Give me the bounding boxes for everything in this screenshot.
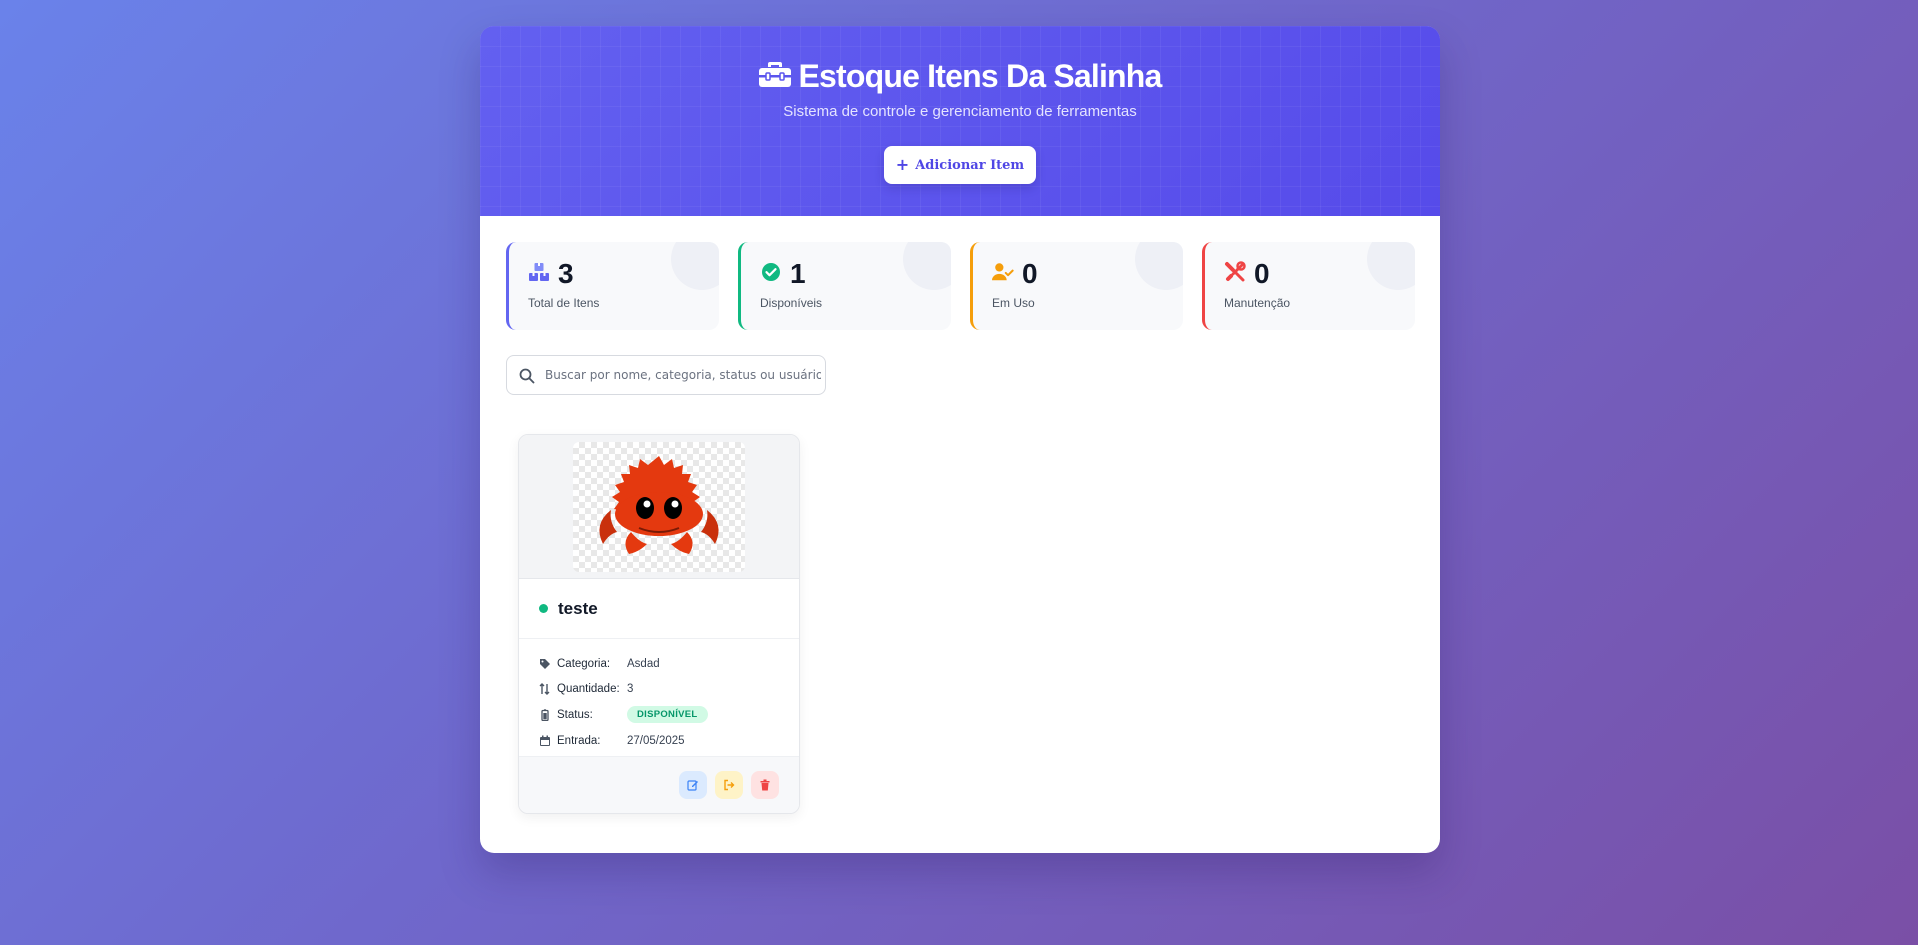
detail-value-category: Asdad [627,657,660,670]
item-card: teste Categoria: Asdad Quantidade: 3 Sta… [518,434,800,814]
stat-available: 1 Disponíveis [738,242,951,330]
stat-label: Disponíveis [760,296,823,310]
page-subtitle: Sistema de controle e gerenciamento de f… [783,103,1137,120]
stat-value: 3 [558,258,574,289]
stat-value: 0 [1022,258,1038,289]
status-badge: DISPONÍVEL [627,706,708,723]
detail-value-entry: 27/05/2025 [627,734,685,747]
plus-icon: + [895,155,910,174]
detail-row-entry: Entrada: 27/05/2025 [539,728,799,753]
delete-button[interactable] [751,771,779,799]
toolbox-icon [758,59,792,94]
tag-icon [540,658,550,669]
stat-label: Em Uso [992,296,1035,310]
detail-row-category: Categoria: Asdad [539,651,799,676]
page-title: Estoque Itens Da Salinha [798,58,1162,94]
stat-label: Manutenção [1224,296,1291,310]
header: Estoque Itens Da Salinha Sistema de cont… [480,26,1440,216]
calendar-icon [540,735,550,746]
checkout-icon [724,779,735,791]
user-check-icon [992,261,1014,288]
battery-icon [541,708,549,721]
detail-label: Categoria: [557,657,611,670]
inventory-panel: Estoque Itens Da Salinha Sistema de cont… [480,26,1440,853]
stats-row: 3 Total de Itens 1 Disponíveis 0 Em Uso … [506,242,1415,330]
item-name: teste [558,598,598,618]
sort-numeric-icon [539,682,550,695]
detail-value-quantity: 3 [627,682,634,695]
detail-label: Entrada: [557,734,601,747]
stat-in-use: 0 Em Uso [970,242,1183,330]
detail-label: Status: [557,708,593,721]
stat-label: Total de Itens [528,296,600,310]
trash-icon [760,779,770,791]
checkout-button[interactable] [715,771,743,799]
item-details: Categoria: Asdad Quantidade: 3 Status: D… [519,639,799,753]
crab-image [599,455,719,554]
edit-button[interactable] [679,771,707,799]
stat-total-items: 3 Total de Itens [506,242,719,330]
boxes-icon [528,261,550,288]
status-dot [539,604,548,613]
item-actions [519,756,799,813]
detail-row-status: Status: DISPONÍVEL [539,701,799,728]
stat-value: 1 [790,258,806,289]
add-item-label: Adicionar Item [915,157,1025,173]
item-image [573,441,745,572]
check-circle-icon [760,261,782,288]
add-item-button[interactable]: + Adicionar Item [884,146,1036,184]
detail-label: Quantidade: [557,682,620,695]
tools-icon [1224,260,1246,288]
search-box [506,355,826,395]
edit-icon [687,780,698,791]
stat-value: 0 [1254,258,1270,289]
detail-row-quantity: Quantidade: 3 [539,676,799,701]
stat-maintenance: 0 Manutenção [1202,242,1415,330]
search-input[interactable] [545,356,821,394]
